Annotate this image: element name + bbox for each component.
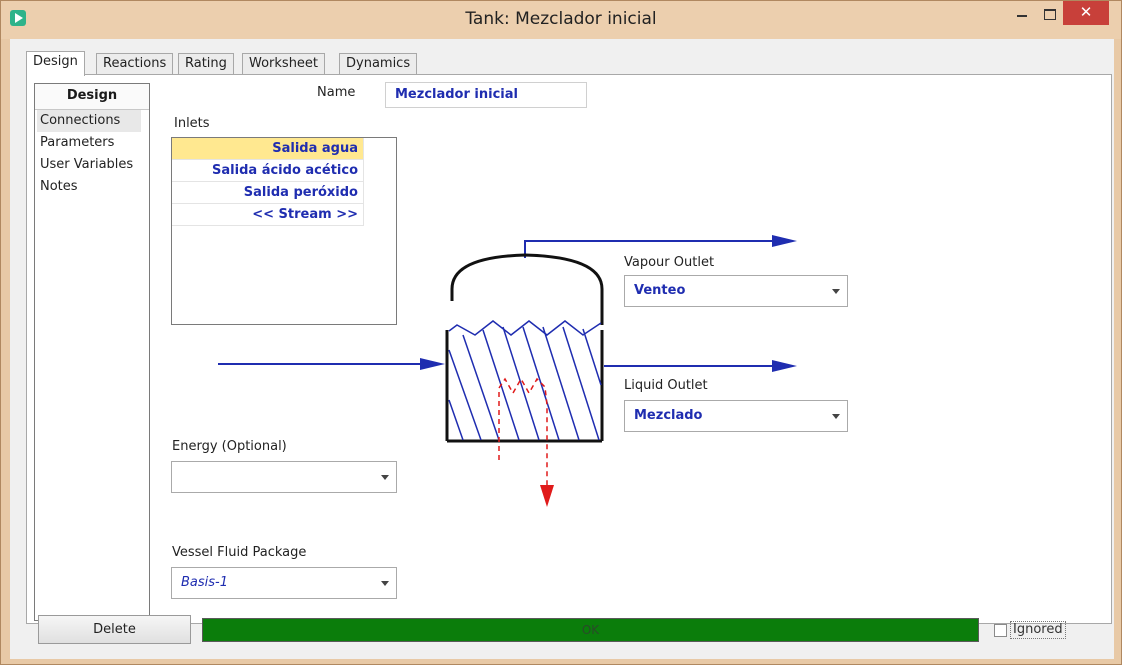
tank-diagram [218, 235, 797, 507]
ignored-checkbox[interactable] [994, 624, 1007, 637]
delete-button[interactable]: Delete [38, 615, 191, 644]
chevron-down-icon [832, 289, 840, 294]
window-title: Tank: Mezclador inicial [465, 9, 657, 29]
minimize-button[interactable] [1009, 1, 1035, 25]
tab-reactions[interactable]: Reactions [96, 53, 174, 75]
tab-rating[interactable]: Rating [178, 53, 234, 75]
vapour-outlet-select[interactable]: Venteo [624, 275, 848, 307]
tank-window: Tank: Mezclador inicial ✕ Design Reactio… [0, 0, 1122, 665]
liquid-outlet-value: Mezclado [634, 408, 703, 423]
fluid-package-select[interactable]: Basis-1 [171, 567, 397, 599]
energy-label: Energy (Optional) [172, 439, 287, 454]
chevron-down-icon [381, 581, 389, 586]
design-panel: Design Connections Parameters User Varia… [26, 74, 1112, 624]
window-client: Design Reactions Rating Worksheet Dynami… [10, 39, 1114, 659]
tab-dynamics[interactable]: Dynamics [339, 53, 418, 75]
fluid-package-label: Vessel Fluid Package [172, 545, 307, 560]
tab-worksheet[interactable]: Worksheet [242, 53, 326, 75]
maximize-button[interactable] [1035, 1, 1063, 25]
status-bar: OK [202, 618, 979, 642]
liquid-outlet-stream [604, 360, 797, 372]
title-bar[interactable]: Tank: Mezclador inicial ✕ [1, 1, 1121, 39]
inlet-stream [218, 358, 445, 370]
liquid-outlet-select[interactable]: Mezclado [624, 400, 848, 432]
tab-design[interactable]: Design [26, 51, 85, 76]
fluid-package-value: Basis-1 [181, 575, 229, 590]
liquid-outlet-label: Liquid Outlet [624, 378, 708, 393]
close-icon: ✕ [1079, 3, 1093, 21]
tank-vessel [445, 253, 604, 443]
chevron-down-icon [381, 475, 389, 480]
close-button[interactable]: ✕ [1063, 1, 1109, 25]
vapour-outlet-label: Vapour Outlet [624, 255, 715, 270]
vapour-outlet-value: Venteo [634, 283, 686, 298]
chevron-down-icon [832, 414, 840, 419]
bottom-bar: Delete OK Ignored [26, 613, 1112, 653]
ignored-label[interactable]: Ignored [1010, 621, 1066, 639]
energy-select[interactable] [171, 461, 397, 493]
